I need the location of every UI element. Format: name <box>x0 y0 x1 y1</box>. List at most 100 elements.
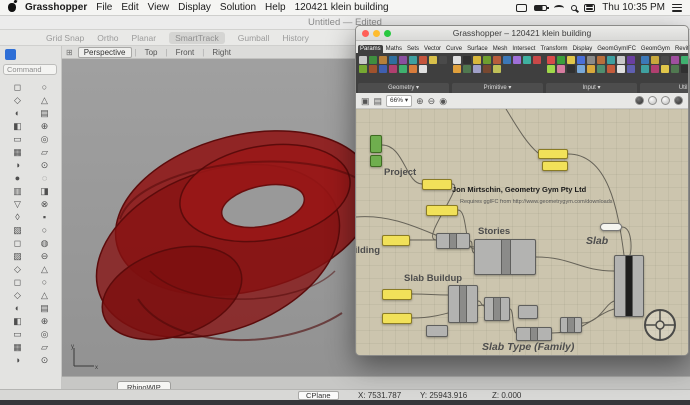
solver-button[interactable] <box>635 96 644 105</box>
palette-group-label[interactable]: Geometry ▾ <box>358 83 449 93</box>
menubar-item[interactable]: Help <box>265 2 286 13</box>
component-icon[interactable] <box>439 56 447 64</box>
component-icon[interactable] <box>483 56 491 64</box>
component-icon[interactable] <box>577 56 585 64</box>
tool-icon[interactable]: ◨ <box>32 185 57 197</box>
panel-node[interactable] <box>382 235 410 246</box>
rhino-app-icon[interactable] <box>5 49 16 60</box>
gh-menu-tab-revit[interactable]: Revit <box>673 45 689 53</box>
component-icon[interactable] <box>379 56 387 64</box>
viewport-tab-right[interactable]: Right <box>207 48 236 57</box>
component-icon[interactable] <box>399 56 407 64</box>
component-icon[interactable] <box>389 56 397 64</box>
tool-icon[interactable]: ⊙ <box>32 354 57 366</box>
tool-icon[interactable]: ◇ <box>5 289 30 301</box>
component-icon[interactable] <box>671 56 679 64</box>
component-icon[interactable] <box>577 65 585 73</box>
slider-node[interactable] <box>370 135 382 153</box>
zoom-out-icon[interactable]: ⊖ <box>428 94 436 108</box>
component-icon[interactable] <box>409 65 417 73</box>
menubar-item[interactable]: Edit <box>121 2 138 13</box>
gh-menu-tab-sets[interactable]: Sets <box>405 45 421 53</box>
component-icon[interactable] <box>429 56 437 64</box>
display-mode-button[interactable] <box>648 96 657 105</box>
zoom-button[interactable] <box>384 30 391 37</box>
component-icon[interactable] <box>567 65 575 73</box>
command-input[interactable]: Command <box>3 64 57 75</box>
component-node[interactable] <box>516 327 552 341</box>
panel-node[interactable] <box>382 313 412 324</box>
slab-component[interactable] <box>614 255 644 317</box>
component-icon[interactable] <box>681 65 689 73</box>
mode-toggle-planar[interactable]: Planar <box>132 33 157 43</box>
tool-icon[interactable]: ⊗ <box>32 198 57 210</box>
menubar-clock[interactable]: Thu 10:35 PM <box>602 2 665 13</box>
viewport-layout-icon[interactable]: ⊞ <box>66 48 73 57</box>
tool-icon[interactable]: ⊕ <box>32 120 57 132</box>
component-icon[interactable] <box>389 65 397 73</box>
stories-component[interactable] <box>474 239 536 275</box>
tool-icon[interactable]: ◻ <box>5 81 30 93</box>
menubar-app-name[interactable]: Grasshopper <box>25 2 87 13</box>
preview-eye-icon[interactable]: ◉ <box>439 94 447 108</box>
tool-icon[interactable]: ◎ <box>32 328 57 340</box>
menubar-item[interactable]: View <box>148 2 170 13</box>
tool-icon[interactable]: △ <box>32 289 57 301</box>
component-icon[interactable] <box>483 65 491 73</box>
tool-icon[interactable]: ▪ <box>32 211 57 223</box>
tool-icon[interactable]: ⊙ <box>32 159 57 171</box>
tool-icon[interactable]: ▦ <box>5 146 30 158</box>
palette-group-label[interactable]: Util ▾ <box>640 83 689 93</box>
tool-icon[interactable]: ◐ <box>5 302 30 314</box>
component-icon[interactable] <box>661 56 669 64</box>
tool-icon[interactable]: ◇ <box>5 263 30 275</box>
component-icon[interactable] <box>463 65 471 73</box>
gh-menu-tab-mesh[interactable]: Mesh <box>491 45 510 53</box>
tool-icon[interactable]: ⊕ <box>32 315 57 327</box>
tool-icon[interactable]: ○ <box>32 224 57 236</box>
component-icon[interactable] <box>641 65 649 73</box>
tool-icon[interactable]: ▤ <box>32 302 57 314</box>
close-button[interactable] <box>362 30 369 37</box>
apple-menu-icon[interactable] <box>8 3 16 12</box>
component-node[interactable] <box>436 233 470 249</box>
component-icon[interactable] <box>587 65 595 73</box>
component-icon[interactable] <box>627 56 635 64</box>
mode-toggle-smarttrack[interactable]: SmartTrack <box>169 32 225 44</box>
display-icon[interactable] <box>516 4 527 12</box>
palette-group-label[interactable]: Primitive ▾ <box>452 83 543 93</box>
tool-icon[interactable]: ▽ <box>5 198 30 210</box>
gh-menu-tab-geomgym[interactable]: GeomGym <box>639 45 672 53</box>
gh-canvas[interactable]: Project Jon Mirtschin, Geometry Gym Pty … <box>356 109 688 355</box>
component-icon[interactable] <box>533 56 541 64</box>
component-icon[interactable] <box>453 65 461 73</box>
component-icon[interactable] <box>597 56 605 64</box>
tool-icon[interactable]: ● <box>5 172 30 184</box>
menubar-item[interactable]: Display <box>178 2 211 13</box>
tool-icon[interactable]: ▦ <box>5 341 30 353</box>
viewport-tab-front[interactable]: Front <box>171 48 200 57</box>
component-icon[interactable] <box>493 56 501 64</box>
settings-button[interactable] <box>661 96 670 105</box>
gh-menu-tab-surface[interactable]: Surface <box>465 45 490 53</box>
component-node[interactable] <box>426 325 448 337</box>
gh-menu-tab-vector[interactable]: Vector <box>422 45 443 53</box>
component-icon[interactable] <box>651 65 659 73</box>
minimize-button[interactable] <box>373 30 380 37</box>
viewport-tab-perspective[interactable]: Perspective <box>78 47 132 58</box>
gh-menu-tab-geomgymifc[interactable]: GeomGymIFC <box>595 45 638 53</box>
menubar-item[interactable]: File <box>96 2 112 13</box>
component-node[interactable] <box>484 297 510 321</box>
open-icon[interactable]: ▤ <box>374 94 383 108</box>
component-icon[interactable] <box>473 65 481 73</box>
tool-icon[interactable]: ▧ <box>5 224 30 236</box>
gh-menu-tab-intersect[interactable]: Intersect <box>510 45 537 53</box>
save-icon[interactable]: ▣ <box>361 94 370 108</box>
panel-node[interactable] <box>426 205 458 216</box>
zoom-select[interactable]: 66% ▾ <box>386 95 412 107</box>
tool-icon[interactable]: ○ <box>32 81 57 93</box>
spotlight-icon[interactable] <box>571 5 577 11</box>
tool-icon[interactable]: ▭ <box>5 133 30 145</box>
tool-icon[interactable]: ⊖ <box>32 250 57 262</box>
tool-icon[interactable]: ◑ <box>5 354 30 366</box>
